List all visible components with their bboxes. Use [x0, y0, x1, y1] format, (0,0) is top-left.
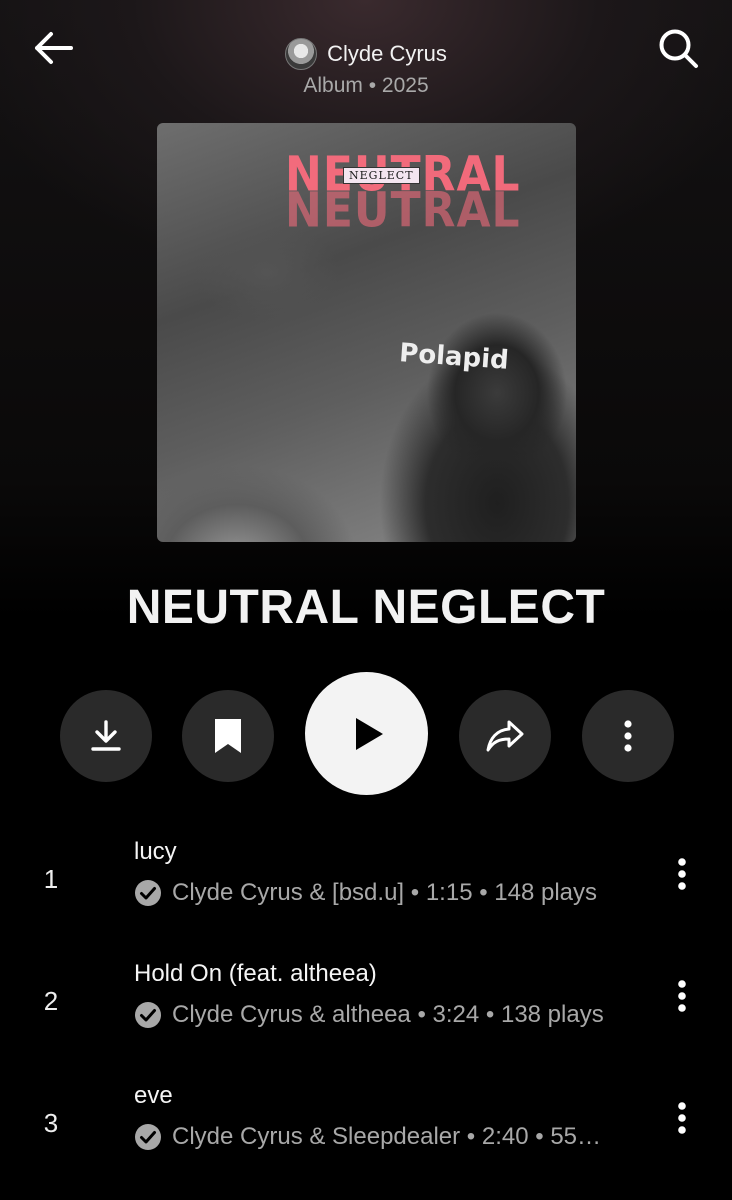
- verified-check-icon: [135, 880, 161, 906]
- search-icon: [659, 29, 698, 68]
- more-vertical-icon: [678, 1102, 686, 1134]
- track-more-button[interactable]: [662, 1096, 702, 1140]
- cover-shirt-text: Polapid: [398, 338, 510, 376]
- bookmark-icon: [215, 719, 241, 753]
- track-title: lucy: [134, 838, 177, 865]
- cover-title-echo: NEUTRAL: [285, 182, 521, 239]
- track-number: 1: [43, 864, 59, 894]
- more-vertical-icon: [678, 858, 686, 890]
- track-meta: Clyde Cyrus & altheea • 3:24 • 138 plays: [134, 1000, 634, 1030]
- search-button[interactable]: [652, 24, 704, 72]
- artist-name[interactable]: Clyde Cyrus: [327, 41, 447, 67]
- album-subtitle: Album • 2025: [303, 74, 429, 97]
- play-button[interactable]: [305, 672, 428, 795]
- more-vertical-icon: [678, 980, 686, 1012]
- avatar: [285, 38, 318, 70]
- track-meta: Clyde Cyrus & [bsd.u] • 1:15 • 148 plays: [134, 878, 634, 908]
- track-row[interactable]: 1 lucy Clyde Cyrus & [bsd.u] • 1:15 • 14…: [0, 838, 732, 934]
- track-meta: Clyde Cyrus & Sleepdealer • 2:40 • 55…: [134, 1122, 634, 1152]
- album-cover: NEUTRAL NEUTRAL NEGLECT Polapid: [157, 123, 576, 542]
- track-more-button[interactable]: [662, 974, 702, 1018]
- artist-header[interactable]: Clyde Cyrus: [0, 38, 732, 70]
- track-number: 3: [43, 1108, 59, 1138]
- more-vertical-icon: [624, 720, 632, 752]
- download-icon: [91, 720, 121, 751]
- track-details: Clyde Cyrus & Sleepdealer • 2:40 • 55…: [172, 1123, 602, 1150]
- play-icon: [355, 717, 383, 750]
- download-button[interactable]: [60, 690, 152, 782]
- verified-check-icon: [135, 1002, 161, 1028]
- track-more-button[interactable]: [662, 852, 702, 896]
- verified-check-icon: [135, 1124, 161, 1150]
- track-row[interactable]: 2 Hold On (feat. altheea) Clyde Cyrus & …: [0, 960, 732, 1056]
- cover-subtitle-text: NEGLECT: [343, 167, 420, 184]
- more-options-button[interactable]: [582, 690, 674, 782]
- track-details: Clyde Cyrus & altheea • 3:24 • 138 plays: [172, 1001, 604, 1028]
- album-title: NEUTRAL NEGLECT: [126, 581, 606, 634]
- share-button[interactable]: [459, 690, 551, 782]
- share-icon: [486, 720, 524, 752]
- track-row[interactable]: 3 eve Clyde Cyrus & Sleepdealer • 2:40 •…: [0, 1082, 732, 1178]
- save-button[interactable]: [182, 690, 274, 782]
- track-number: 2: [43, 986, 59, 1016]
- track-title: eve: [134, 1082, 173, 1109]
- track-details: Clyde Cyrus & [bsd.u] • 1:15 • 148 plays: [172, 879, 598, 906]
- track-title: Hold On (feat. altheea): [134, 960, 377, 987]
